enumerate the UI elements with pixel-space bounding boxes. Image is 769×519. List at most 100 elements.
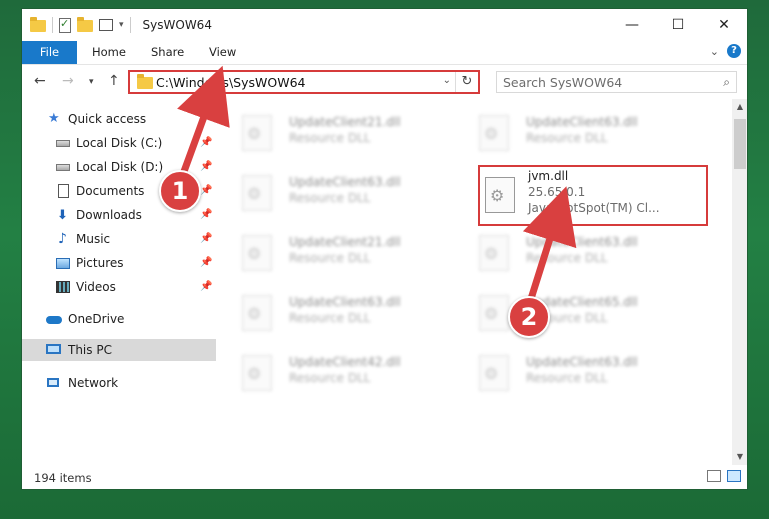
file-description: Java HotSpot(TM) Cl... xyxy=(528,201,660,215)
address-bar[interactable]: C:\Windows\SysWOW64 ⌄ ↻ xyxy=(128,70,480,94)
tab-home[interactable]: Home xyxy=(92,41,126,64)
search-icon[interactable]: ⌕ xyxy=(723,75,730,90)
nav-item-label: Quick access xyxy=(68,112,147,126)
file-name: UpdateClient63.dll xyxy=(526,115,638,129)
navigation-pane: ★ Quick access Local Disk (C:) 📌 Local D… xyxy=(22,99,216,465)
file-description: Resource DLL xyxy=(289,131,371,145)
music-icon: ♪ xyxy=(58,231,67,247)
explorer-window: ▾ SysWOW64 — ☐ ✕ File Home Share View ⌄ … xyxy=(21,8,748,490)
recent-locations-chevron-icon[interactable]: ▾ xyxy=(89,77,94,87)
file-description: Resource DLL xyxy=(289,311,371,325)
file-description: Resource DLL xyxy=(526,251,608,265)
large-icons-view-icon[interactable] xyxy=(727,470,741,482)
forward-arrow-icon[interactable]: → xyxy=(62,73,74,89)
network-icon xyxy=(47,378,59,387)
file-item[interactable]: UpdateClient21.dll Resource DLL xyxy=(217,227,447,275)
refresh-icon[interactable]: ↻ xyxy=(455,72,478,92)
nav-item-label: Local Disk (C:) xyxy=(76,136,163,150)
scroll-down-icon[interactable]: ▼ xyxy=(732,449,747,465)
pin-icon[interactable]: 📌 xyxy=(200,180,212,202)
chevron-down-icon[interactable]: ▾ xyxy=(119,20,124,30)
close-button[interactable]: ✕ xyxy=(701,9,747,41)
file-item[interactable]: UpdateClient63.dll Resource DLL xyxy=(217,167,447,215)
file-description: Resource DLL xyxy=(289,191,371,205)
nav-item-label: This PC xyxy=(68,343,112,357)
tab-file[interactable]: File xyxy=(22,41,77,64)
file-item[interactable]: UpdateClient21.dll Resource DLL xyxy=(217,107,447,155)
new-folder-icon[interactable] xyxy=(77,17,93,32)
documents-icon xyxy=(58,184,69,198)
details-view-icon[interactable] xyxy=(707,470,721,482)
nav-item-local-disk-c[interactable]: Local Disk (C:) 📌 xyxy=(22,132,216,154)
file-name: UpdateClient63.dll xyxy=(289,175,401,189)
file-description: Resource DLL xyxy=(526,371,608,385)
file-name: UpdateClient63.dll xyxy=(526,235,638,249)
nav-item-label: Local Disk (D:) xyxy=(76,160,164,174)
dll-file-icon xyxy=(485,177,515,213)
pin-icon[interactable]: 📌 xyxy=(200,252,212,274)
pc-icon xyxy=(46,344,61,354)
onedrive-icon xyxy=(46,316,62,324)
nav-item-onedrive[interactable]: OneDrive xyxy=(22,308,216,330)
downloads-icon: ⬇ xyxy=(57,208,68,223)
file-name: UpdateClient21.dll xyxy=(289,235,401,249)
dll-file-icon xyxy=(479,355,509,391)
nav-item-label: Videos xyxy=(76,280,116,294)
expand-ribbon-icon[interactable]: ⌄ xyxy=(710,45,719,58)
step-2-badge: 2 xyxy=(508,296,550,338)
folder-icon xyxy=(137,74,153,89)
search-input[interactable]: Search SysWOW64 ⌕ xyxy=(496,71,737,93)
drive-icon xyxy=(56,140,70,147)
vertical-scrollbar[interactable]: ▲ ▼ xyxy=(732,99,747,465)
file-item[interactable]: UpdateClient63.dll Resource DLL xyxy=(454,107,684,155)
quick-access-toolbar: ▾ SysWOW64 xyxy=(30,17,212,33)
maximize-button[interactable]: ☐ xyxy=(655,9,701,41)
up-arrow-icon[interactable]: ↑ xyxy=(108,73,120,89)
drive-icon xyxy=(56,164,70,171)
file-name: UpdateClient63.dll xyxy=(289,295,401,309)
file-name: UpdateClient21.dll xyxy=(289,115,401,129)
toolbar-divider xyxy=(129,17,131,33)
address-path[interactable]: C:\Windows\SysWOW64 xyxy=(156,75,305,90)
search-placeholder: Search SysWOW64 xyxy=(503,75,623,90)
pin-icon[interactable]: 📌 xyxy=(200,228,212,250)
tab-view[interactable]: View xyxy=(209,41,236,64)
view-switcher xyxy=(707,470,741,482)
pin-icon[interactable]: 📌 xyxy=(200,204,212,226)
properties-icon[interactable] xyxy=(59,17,71,33)
file-item[interactable]: UpdateClient65.dll Resource DLL xyxy=(454,287,684,335)
help-icon[interactable]: ? xyxy=(727,44,741,58)
file-item-jvm-dll[interactable]: jvm.dll 25.65.0.1 Java HotSpot(TM) Cl... xyxy=(478,165,708,226)
file-item[interactable]: UpdateClient63.dll Resource DLL xyxy=(217,287,447,335)
pin-icon[interactable]: 📌 xyxy=(200,132,212,154)
pin-icon[interactable]: 📌 xyxy=(200,156,212,178)
file-item[interactable]: UpdateClient63.dll Resource DLL xyxy=(454,347,684,395)
pictures-icon xyxy=(56,258,70,269)
dll-file-icon xyxy=(242,355,272,391)
nav-item-music[interactable]: ♪ Music 📌 xyxy=(22,228,216,250)
scroll-up-icon[interactable]: ▲ xyxy=(732,99,747,115)
scrollbar-thumb[interactable] xyxy=(734,119,746,169)
nav-item-this-pc[interactable]: This PC xyxy=(22,339,216,361)
tab-share[interactable]: Share xyxy=(151,41,184,64)
nav-item-network[interactable]: Network xyxy=(22,372,216,394)
pin-icon[interactable]: 📌 xyxy=(200,276,212,298)
window-controls: — ☐ ✕ xyxy=(609,9,747,41)
nav-item-videos[interactable]: Videos 📌 xyxy=(22,276,216,298)
nav-item-quick-access[interactable]: ★ Quick access xyxy=(22,108,216,130)
ribbon-tabs: File Home Share View ⌄ ? xyxy=(22,41,747,65)
nav-item-pictures[interactable]: Pictures 📌 xyxy=(22,252,216,274)
ribbon-controls: ⌄ ? xyxy=(710,44,741,58)
toolbar-divider xyxy=(52,17,53,33)
step-1-badge: 1 xyxy=(159,170,201,212)
customize-view-icon[interactable] xyxy=(99,19,113,31)
chevron-down-icon[interactable]: ⌄ xyxy=(443,75,451,86)
file-description: Resource DLL xyxy=(289,371,371,385)
title-bar: ▾ SysWOW64 — ☐ ✕ xyxy=(22,9,747,41)
back-arrow-icon[interactable]: ← xyxy=(34,73,46,89)
file-item[interactable]: UpdateClient63.dll Resource DLL xyxy=(454,227,684,275)
minimize-button[interactable]: — xyxy=(609,9,655,41)
nav-item-label: Pictures xyxy=(76,256,124,270)
file-item[interactable]: UpdateClient42.dll Resource DLL xyxy=(217,347,447,395)
nav-item-label: OneDrive xyxy=(68,312,125,326)
